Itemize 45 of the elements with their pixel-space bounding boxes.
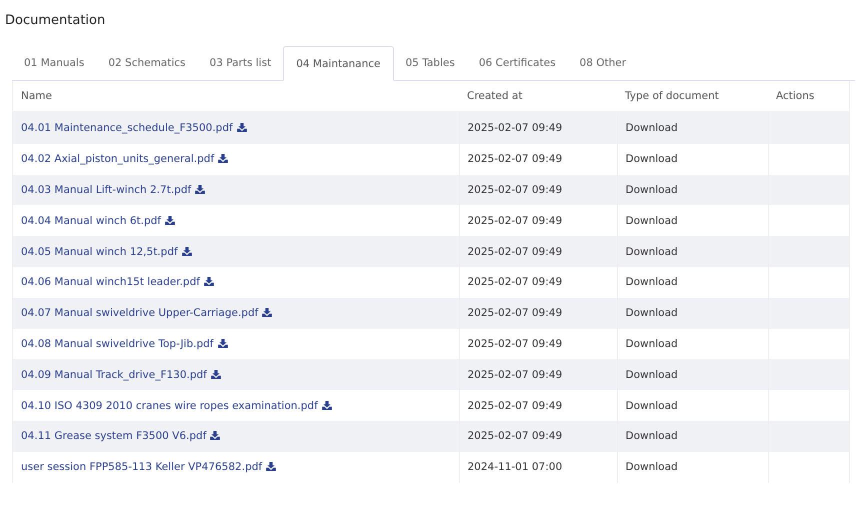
download-icon[interactable] (210, 370, 221, 379)
table-cell: Download (617, 420, 768, 452)
table-cell: 2024-11-01 07:00 (459, 452, 617, 483)
file-link[interactable]: 04.04 Manual winch 6t.pdf (21, 214, 161, 227)
table-cell: 2025-02-07 09:49 (459, 174, 617, 206)
tab[interactable]: 05 Tables (394, 46, 467, 80)
table-cell: Download (617, 112, 768, 144)
file-link[interactable]: 04.11 Grease system F3500 V6.pdf (21, 430, 206, 442)
page-title: Documentation (4, 12, 106, 30)
file-link[interactable]: 04.05 Manual winch 12,5t.pdf (21, 246, 178, 258)
download-icon[interactable] (204, 277, 214, 286)
download-icon[interactable] (182, 246, 192, 256)
table-cell: 2025-02-07 09:49 (459, 298, 617, 329)
download-icon[interactable] (218, 154, 228, 164)
download-icon[interactable] (266, 462, 276, 472)
tab[interactable]: 06 Certificates (466, 46, 568, 80)
table-cell: 2025-02-07 09:49 (459, 359, 617, 390)
table-cell: Download (617, 452, 768, 483)
file-link[interactable]: 04.09 Manual Track_drive_F130.pdf (21, 368, 207, 381)
file-link[interactable]: 04.02 Axial_piston_units_general.pdf (21, 153, 214, 166)
file-link[interactable]: user session FPP585-113 Keller VP476582.pdf (21, 461, 262, 474)
file-link[interactable]: 04.01 Maintenance_schedule_F3500.pdf (21, 122, 233, 134)
tab[interactable]: 03 Parts list (198, 46, 284, 80)
table-cell: 2025-02-07 09:49 (459, 236, 617, 267)
download-icon[interactable] (195, 184, 206, 194)
table-cell: 2025-02-07 09:49 (459, 112, 617, 144)
download-icon[interactable] (236, 123, 247, 132)
file-link[interactable]: 04.03 Manual Lift-winch 2.7t.pdf (21, 184, 192, 196)
table-cell: Download (617, 298, 768, 329)
download-icon[interactable] (322, 400, 332, 410)
download-icon[interactable] (210, 431, 220, 440)
file-link[interactable]: 04.08 Manual swiveldrive Top-Jib.pdf (21, 338, 214, 350)
download-icon[interactable] (218, 338, 228, 348)
tab[interactable]: 04 Maintanance (283, 46, 394, 81)
table-cell: Download (617, 359, 768, 390)
download-icon[interactable] (262, 308, 272, 318)
file-link[interactable]: 04.06 Manual winch15t leader.pdf (21, 276, 200, 288)
table-cell: Download (617, 174, 768, 206)
tab[interactable]: 08 Other (568, 46, 638, 80)
download-icon[interactable] (164, 216, 175, 225)
table-cell: 2025-02-07 09:49 (459, 420, 617, 452)
tab[interactable]: 01 Manuals (12, 46, 96, 80)
file-link[interactable]: 04.10 ISO 4309 2010 cranes wire ropes examination.pdf (21, 400, 318, 412)
tab[interactable]: 02 Schematics (96, 46, 198, 80)
table-cell: Download (617, 236, 768, 267)
